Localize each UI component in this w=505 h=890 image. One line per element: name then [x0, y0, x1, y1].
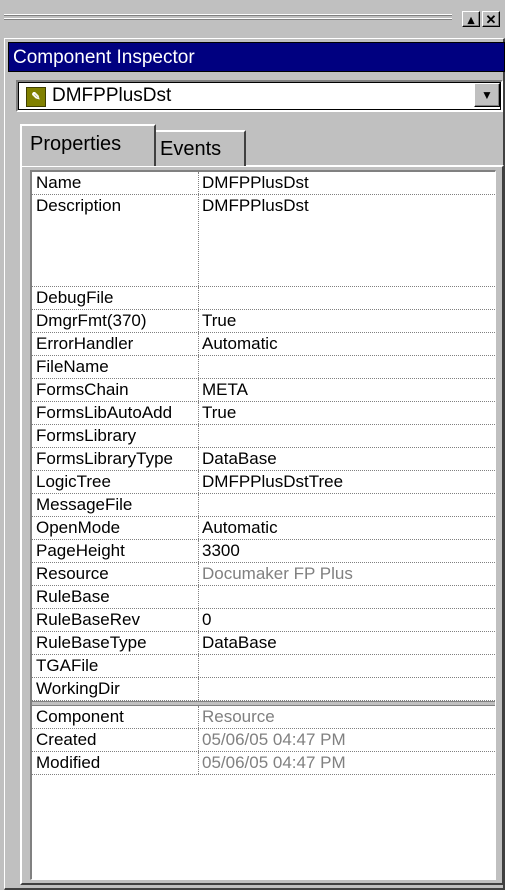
property-name: PageHeight	[36, 541, 125, 560]
property-value: 05/06/05 04:47 PM	[198, 729, 495, 751]
property-value[interactable]: DMFPPlusDst	[198, 172, 495, 194]
property-value[interactable]: DataBase	[198, 632, 495, 654]
property-name: FormsChain	[36, 380, 129, 399]
property-name: RuleBaseRev	[36, 610, 140, 629]
property-grid: Name DMFPPlusDst Description DMFPPlusDst Deb…	[30, 170, 496, 880]
property-name: MessageFile	[36, 495, 133, 514]
title-grip[interactable]	[4, 13, 452, 27]
property-row[interactable]: PageHeight 3300	[32, 540, 495, 563]
property-row[interactable]: Modified 05/06/05 04:47 PM	[32, 752, 495, 775]
property-row[interactable]: FormsLibrary	[32, 425, 495, 448]
property-value: Resource	[198, 706, 495, 728]
property-row[interactable]: FormsLibraryType DataBase	[32, 448, 495, 471]
property-name: WorkingDir	[36, 679, 120, 698]
property-value[interactable]	[198, 586, 495, 608]
close-icon: ✕	[485, 12, 497, 27]
property-value[interactable]: True	[198, 402, 495, 424]
property-row[interactable]: TGAFile	[32, 655, 495, 678]
property-name: RuleBaseType	[36, 633, 147, 652]
property-row[interactable]: MessageFile	[32, 494, 495, 517]
panel-title: Component Inspector	[8, 42, 505, 72]
property-value[interactable]: META	[198, 379, 495, 401]
tab-events[interactable]: Events	[154, 130, 246, 166]
property-value[interactable]: DMFPPlusDst	[198, 195, 495, 286]
property-name: Modified	[36, 753, 101, 772]
property-row[interactable]: Created 05/06/05 04:47 PM	[32, 729, 495, 752]
property-value: Documaker FP Plus	[198, 563, 495, 585]
property-row[interactable]: RuleBaseRev 0	[32, 609, 495, 632]
property-row[interactable]: FormsLibAutoAdd True	[32, 402, 495, 425]
property-name: Created	[36, 730, 97, 749]
property-row[interactable]: LogicTree DMFPPlusDstTree	[32, 471, 495, 494]
property-value[interactable]: Automatic	[198, 333, 495, 355]
property-name: DebugFile	[36, 288, 114, 307]
property-name: FormsLibrary	[36, 426, 137, 445]
property-value[interactable]	[198, 494, 495, 516]
component-select-value: DMFPPlusDst	[52, 85, 172, 106]
property-name: OpenMode	[36, 518, 121, 537]
property-name: RuleBase	[36, 587, 110, 606]
property-value: 05/06/05 04:47 PM	[198, 752, 495, 774]
minimize-icon: ▴	[467, 12, 475, 27]
property-name: Resource	[36, 564, 109, 583]
property-value[interactable]	[198, 356, 495, 378]
property-name: LogicTree	[36, 472, 111, 491]
property-value[interactable]: True	[198, 310, 495, 332]
property-value[interactable]: DataBase	[198, 448, 495, 470]
property-row[interactable]: ErrorHandler Automatic	[32, 333, 495, 356]
property-value[interactable]: 3300	[198, 540, 495, 562]
close-button[interactable]: ✕	[482, 11, 500, 27]
property-row[interactable]: OpenMode Automatic	[32, 517, 495, 540]
property-value[interactable]: DMFPPlusDstTree	[198, 471, 495, 493]
property-value[interactable]	[198, 655, 495, 677]
property-value[interactable]	[198, 287, 495, 309]
property-name: FormsLibAutoAdd	[36, 403, 173, 422]
component-icon: ✎	[26, 87, 46, 107]
property-row[interactable]: DmgrFmt(370) True	[32, 310, 495, 333]
property-name: Component	[36, 707, 124, 726]
property-row[interactable]: RuleBase	[32, 586, 495, 609]
property-name: FileName	[36, 357, 109, 376]
property-row[interactable]: Description DMFPPlusDst	[32, 195, 495, 287]
property-row[interactable]: Resource Documaker FP Plus	[32, 563, 495, 586]
component-select[interactable]: ✎ DMFPPlusDst ▼	[16, 80, 503, 112]
minimize-button[interactable]: ▴	[462, 11, 480, 27]
property-value[interactable]: Automatic	[198, 517, 495, 539]
property-row[interactable]: Name DMFPPlusDst	[32, 172, 495, 195]
property-name: TGAFile	[36, 656, 99, 675]
property-name: Description	[36, 196, 122, 215]
property-name: FormsLibraryType	[36, 449, 173, 468]
dropdown-button[interactable]: ▼	[474, 83, 500, 107]
property-value[interactable]: 0	[198, 609, 495, 631]
property-row[interactable]: FileName	[32, 356, 495, 379]
property-row[interactable]: RuleBaseType DataBase	[32, 632, 495, 655]
property-row[interactable]: WorkingDir	[32, 678, 495, 701]
property-name: DmgrFmt(370)	[36, 311, 147, 330]
property-name: Name	[36, 173, 82, 192]
chevron-down-icon: ▼	[481, 88, 493, 102]
property-row[interactable]: Component Resource	[32, 706, 495, 729]
property-name: ErrorHandler	[36, 334, 134, 353]
property-value[interactable]	[198, 678, 495, 700]
property-row[interactable]: DebugFile	[32, 287, 495, 310]
property-value[interactable]	[198, 425, 495, 447]
tab-properties[interactable]: Properties	[20, 124, 156, 166]
property-row[interactable]: FormsChain META	[32, 379, 495, 402]
